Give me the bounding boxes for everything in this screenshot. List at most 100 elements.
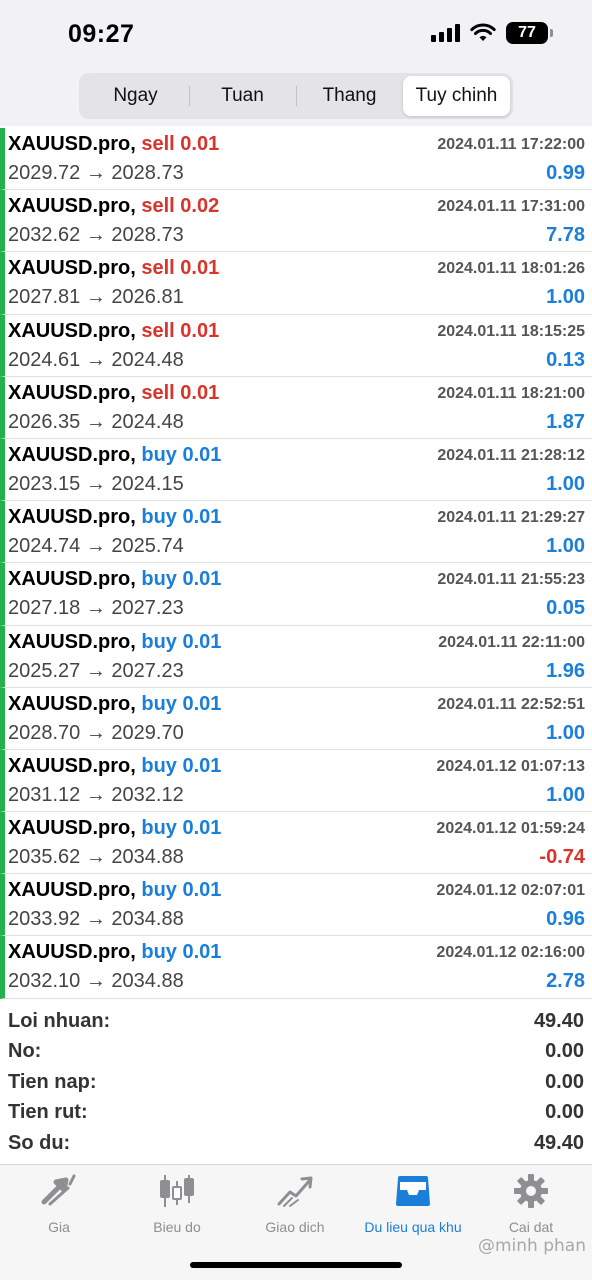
trade-prices: 2033.92 → 2034.88	[8, 908, 184, 931]
trade-row[interactable]: XAUUSD.pro, sell 0.02 2032.62 → 2028.73 20…	[0, 190, 592, 253]
trade-side-volume: buy 0.01	[141, 754, 222, 777]
trade-profit: 7.78	[546, 224, 585, 247]
symbol-label: XAUUSD.pro,	[8, 257, 136, 280]
trade-profit: 1.96	[546, 659, 585, 682]
symbol-label: XAUUSD.pro,	[8, 692, 136, 715]
summary-value: 0.00	[545, 1040, 584, 1063]
trade-close-time: 2024.01.11 18:01:26	[437, 260, 585, 278]
symbol-label: XAUUSD.pro,	[8, 630, 136, 653]
trade-row[interactable]: XAUUSD.pro, buy 0.01 2035.62 → 2034.88 202…	[0, 812, 592, 875]
symbol-label: XAUUSD.pro,	[8, 879, 136, 902]
summary-row-credit: No: 0.00	[0, 1038, 592, 1068]
trade-profit: 1.00	[546, 721, 585, 744]
symbol-label: XAUUSD.pro,	[8, 443, 136, 466]
tab-label: Du lieu qua khu	[364, 1219, 462, 1235]
trade-row[interactable]: XAUUSD.pro, buy 0.01 2024.74 → 2025.74 202…	[0, 501, 592, 564]
trade-close-time: 2024.01.12 02:16:00	[436, 944, 585, 962]
trade-prices: 2024.61 → 2024.48	[8, 348, 184, 371]
summary-label: So du:	[8, 1131, 71, 1154]
trade-symbol: XAUUSD.pro, buy 0.01	[8, 631, 221, 654]
summary-label: Tien nap:	[8, 1070, 97, 1093]
tab-quotes[interactable]: Gia	[0, 1171, 118, 1235]
trade-close-time: 2024.01.12 02:07:01	[436, 882, 585, 900]
home-indicator[interactable]	[190, 1262, 402, 1268]
trade-row[interactable]: XAUUSD.pro, buy 0.01 2025.27 → 2027.23 202…	[0, 625, 592, 688]
trade-row[interactable]: XAUUSD.pro, buy 0.01 2033.92 → 2034.88 202…	[0, 874, 592, 937]
summary-row-withdrawal: Tien rut: 0.00	[0, 1099, 592, 1129]
tab-history[interactable]: Du lieu qua khu	[354, 1171, 472, 1235]
trade-close-time: 2024.01.11 17:22:00	[437, 136, 585, 153]
trade-row[interactable]: XAUUSD.pro, sell 0.01 2029.72 → 2028.73 20…	[0, 128, 592, 191]
summary-row-balance: So du: 49.40	[0, 1130, 592, 1160]
trade-row[interactable]: XAUUSD.pro, sell 0.01 2026.35 → 2024.48 20…	[0, 376, 592, 439]
period-tab-custom[interactable]: Tuy chinh	[403, 76, 510, 116]
summary-label: No:	[8, 1040, 42, 1063]
trade-row[interactable]: XAUUSD.pro, buy 0.01 2023.15 → 2024.15 202…	[0, 438, 592, 502]
tab-settings[interactable]: Cai dat	[472, 1171, 590, 1235]
summary-row-profit: Loi nhuan: 49.40	[0, 1008, 592, 1038]
trade-profit: 0.96	[546, 908, 585, 931]
trade-side-volume: buy 0.01	[141, 568, 222, 591]
trade-row[interactable]: XAUUSD.pro, buy 0.01 2032.10 → 2034.88 202…	[0, 936, 592, 999]
trade-close-time: 2024.01.11 21:55:23	[437, 571, 585, 589]
trade-close-time: 2024.01.12 01:59:24	[436, 820, 585, 838]
trade-close-time: 2024.01.11 17:31:00	[437, 198, 585, 216]
symbol-label: XAUUSD.pro,	[8, 817, 136, 840]
summary-row-deposit: Tien nap: 0.00	[0, 1069, 592, 1099]
trade-row[interactable]: XAUUSD.pro, buy 0.01 2028.70 → 2029.70 202…	[0, 687, 592, 750]
trade-prices: 2029.72 → 2028.73	[8, 162, 184, 184]
wifi-icon	[470, 23, 496, 43]
period-tab-week[interactable]: Tuan	[189, 76, 296, 116]
trade-profit: -0.74	[539, 846, 585, 869]
symbol-label: XAUUSD.pro,	[8, 568, 136, 591]
trade-symbol: XAUUSD.pro, buy 0.01	[8, 755, 221, 778]
trade-side-volume: buy 0.01	[141, 941, 222, 964]
period-tab-month[interactable]: Thang	[296, 76, 403, 116]
trade-prices: 2026.35 → 2024.48	[8, 410, 184, 433]
tab-label: Cai dat	[508, 1219, 554, 1235]
trade-symbol: XAUUSD.pro, sell 0.01	[8, 257, 219, 280]
summary-value: 0.00	[545, 1101, 584, 1124]
trade-trend-icon	[275, 1171, 315, 1211]
trade-side-volume: sell 0.01	[141, 319, 220, 342]
trade-side-volume: buy 0.01	[141, 817, 222, 840]
trade-prices: 2027.81 → 2026.81	[8, 286, 184, 309]
trade-prices: 2028.70 → 2029.70	[8, 721, 184, 744]
trade-close-time: 2024.01.11 21:28:12	[437, 446, 585, 464]
trade-profit: 0.99	[546, 162, 585, 184]
trade-side-volume: sell 0.01	[141, 133, 220, 155]
trade-row[interactable]: XAUUSD.pro, sell 0.01 2027.81 → 2026.81 20…	[0, 252, 592, 315]
trade-row[interactable]: XAUUSD.pro, sell 0.01 2024.61 → 2024.48 20…	[0, 314, 592, 377]
tab-trade[interactable]: Giao dich	[236, 1171, 354, 1235]
history-inbox-icon	[393, 1171, 433, 1211]
trade-row[interactable]: XAUUSD.pro, buy 0.01 2027.18 → 2027.23 202…	[0, 563, 592, 626]
symbol-label: XAUUSD.pro,	[8, 381, 136, 404]
trade-symbol: XAUUSD.pro, buy 0.01	[8, 941, 221, 964]
trade-symbol: XAUUSD.pro, sell 0.01	[8, 382, 219, 405]
period-tab-day[interactable]: Ngay	[82, 76, 189, 116]
symbol-label: XAUUSD.pro,	[8, 941, 136, 964]
trade-row[interactable]: XAUUSD.pro, buy 0.01 2031.12 → 2032.12 202…	[0, 749, 592, 813]
trade-profit: 0.13	[546, 348, 585, 371]
status-bar: 09:27 77	[0, 0, 592, 66]
trade-side-volume: buy 0.01	[141, 879, 222, 902]
trade-profit: 1.00	[546, 286, 585, 309]
account-summary: Loi nhuan: 49.40 No: 0.00 Tien nap: 0.00…	[0, 1008, 592, 1160]
symbol-label: XAUUSD.pro,	[8, 195, 136, 218]
trade-side-volume: buy 0.01	[141, 630, 222, 653]
status-icons: 77	[431, 22, 553, 44]
summary-value: 49.40	[533, 1131, 584, 1154]
trade-profit: 0.05	[546, 597, 585, 620]
trade-symbol: XAUUSD.pro, sell 0.01	[8, 320, 219, 343]
trade-side-volume: sell 0.01	[141, 257, 220, 280]
tab-charts[interactable]: Bieu do	[118, 1171, 236, 1235]
watermark: @minh phan	[478, 1236, 586, 1256]
trade-prices: 2024.74 → 2025.74	[8, 535, 184, 558]
period-segmented-control: Ngay Tuan Thang Tuy chinh	[79, 73, 513, 119]
trade-side-volume: sell 0.01	[141, 381, 220, 404]
trade-profit: 1.00	[546, 535, 585, 558]
summary-label: Tien rut:	[8, 1101, 88, 1124]
trade-symbol: XAUUSD.pro, sell 0.01	[8, 133, 219, 156]
candlestick-chart-icon	[157, 1171, 197, 1211]
tab-label: Giao dich	[265, 1219, 325, 1235]
